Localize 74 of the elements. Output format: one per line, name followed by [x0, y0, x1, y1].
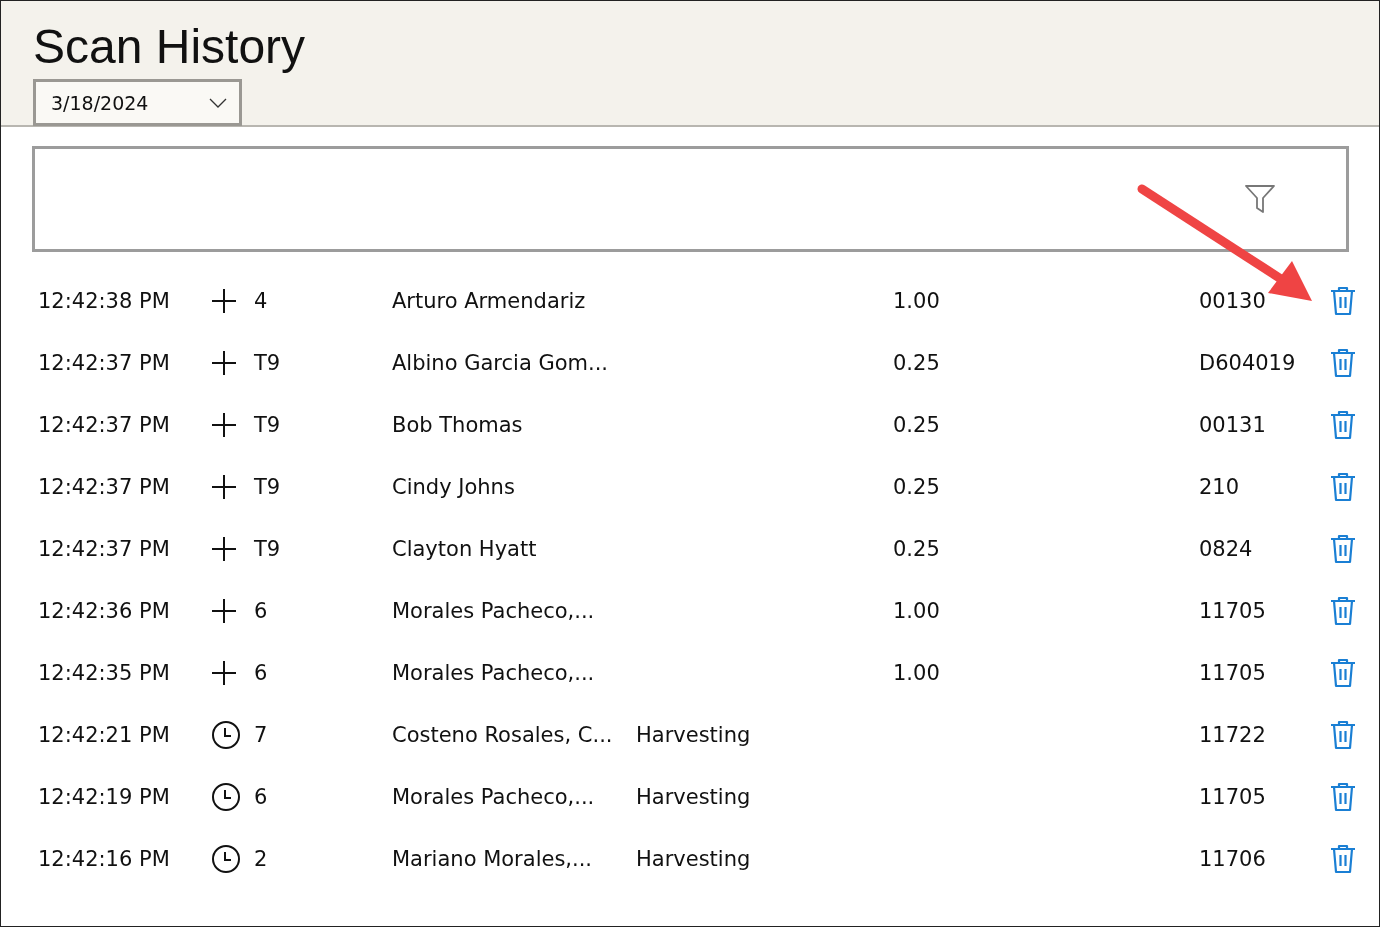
id-text: 11705 — [1199, 599, 1267, 623]
time-text: 12:42:35 PM — [38, 661, 171, 685]
id-text: D604019 — [1199, 351, 1297, 375]
plus-icon — [211, 412, 237, 438]
plus-icon — [211, 288, 237, 314]
name-text: Arturo Armendariz — [392, 289, 587, 313]
delete-icon[interactable] — [1329, 348, 1357, 378]
time-text: 12:42:37 PM — [38, 413, 171, 437]
name-text: Bob Thomas — [392, 413, 524, 437]
quantity-text: 0.25 — [893, 537, 940, 561]
quantity-text: 0.25 — [893, 413, 940, 437]
time-text: 12:42:19 PM — [38, 785, 171, 809]
code-text: 6 — [254, 785, 269, 809]
quantity-text: 1.00 — [893, 599, 940, 623]
plus-icon — [211, 598, 237, 624]
time-text: 12:42:21 PM — [38, 723, 171, 747]
time-text: 12:42:16 PM — [38, 847, 171, 871]
activity-text: Harvesting — [636, 847, 751, 871]
code-text: 2 — [254, 847, 269, 871]
time-text: 12:42:37 PM — [38, 351, 171, 375]
id-text: 11722 — [1199, 723, 1267, 747]
delete-icon[interactable] — [1329, 658, 1357, 688]
delete-icon[interactable] — [1329, 782, 1357, 812]
id-text: 00131 — [1199, 413, 1267, 437]
time-text: 12:42:38 PM — [38, 289, 171, 313]
name-text: Cindy Johns — [392, 475, 516, 499]
chevron-down-icon — [209, 97, 227, 108]
name-text: Albino Garcia Gom... — [392, 351, 610, 375]
code-text: 7 — [254, 723, 269, 747]
plus-icon — [211, 536, 237, 562]
filter-icon[interactable] — [1244, 184, 1276, 214]
id-text: 11705 — [1199, 661, 1267, 685]
time-text: 12:42:37 PM — [38, 537, 171, 561]
delete-icon[interactable] — [1329, 720, 1357, 750]
name-text: Morales Pacheco,... — [392, 599, 596, 623]
code-text: 4 — [254, 289, 269, 313]
id-text: 0824 — [1199, 537, 1254, 561]
time-text: 12:42:36 PM — [38, 599, 171, 623]
code-text: 6 — [254, 661, 269, 685]
name-text: Morales Pacheco,... — [392, 785, 596, 809]
code-text: T9 — [254, 537, 282, 561]
id-text: 11705 — [1199, 785, 1267, 809]
quantity-text: 1.00 — [893, 661, 940, 685]
page-title: Scan History — [33, 19, 307, 75]
id-text: 210 — [1199, 475, 1241, 499]
date-picker[interactable]: 3/18/2024 — [33, 79, 242, 126]
activity-text: Harvesting — [636, 785, 751, 809]
code-text: T9 — [254, 475, 282, 499]
clock-icon — [211, 720, 241, 750]
plus-icon — [211, 350, 237, 376]
delete-icon[interactable] — [1329, 410, 1357, 440]
name-text: Morales Pacheco,... — [392, 661, 596, 685]
code-text: T9 — [254, 413, 282, 437]
delete-icon[interactable] — [1329, 534, 1357, 564]
code-text: 6 — [254, 599, 269, 623]
id-text: 00130 — [1199, 289, 1267, 313]
delete-icon[interactable] — [1329, 844, 1357, 874]
plus-icon — [211, 474, 237, 500]
name-text: Costeno Rosales, C... — [392, 723, 614, 747]
id-text: 11706 — [1199, 847, 1267, 871]
delete-icon[interactable] — [1329, 286, 1357, 316]
quantity-text: 0.25 — [893, 475, 940, 499]
delete-icon[interactable] — [1329, 596, 1357, 626]
quantity-text: 1.00 — [893, 289, 940, 313]
clock-icon — [211, 782, 241, 812]
time-text: 12:42:37 PM — [38, 475, 171, 499]
activity-text: Harvesting — [636, 723, 751, 747]
plus-icon — [211, 660, 237, 686]
quantity-text: 0.25 — [893, 351, 940, 375]
name-text: Clayton Hyatt — [392, 537, 538, 561]
name-text: Mariano Morales,... — [392, 847, 594, 871]
clock-icon — [211, 844, 241, 874]
delete-icon[interactable] — [1329, 472, 1357, 502]
code-text: T9 — [254, 351, 282, 375]
